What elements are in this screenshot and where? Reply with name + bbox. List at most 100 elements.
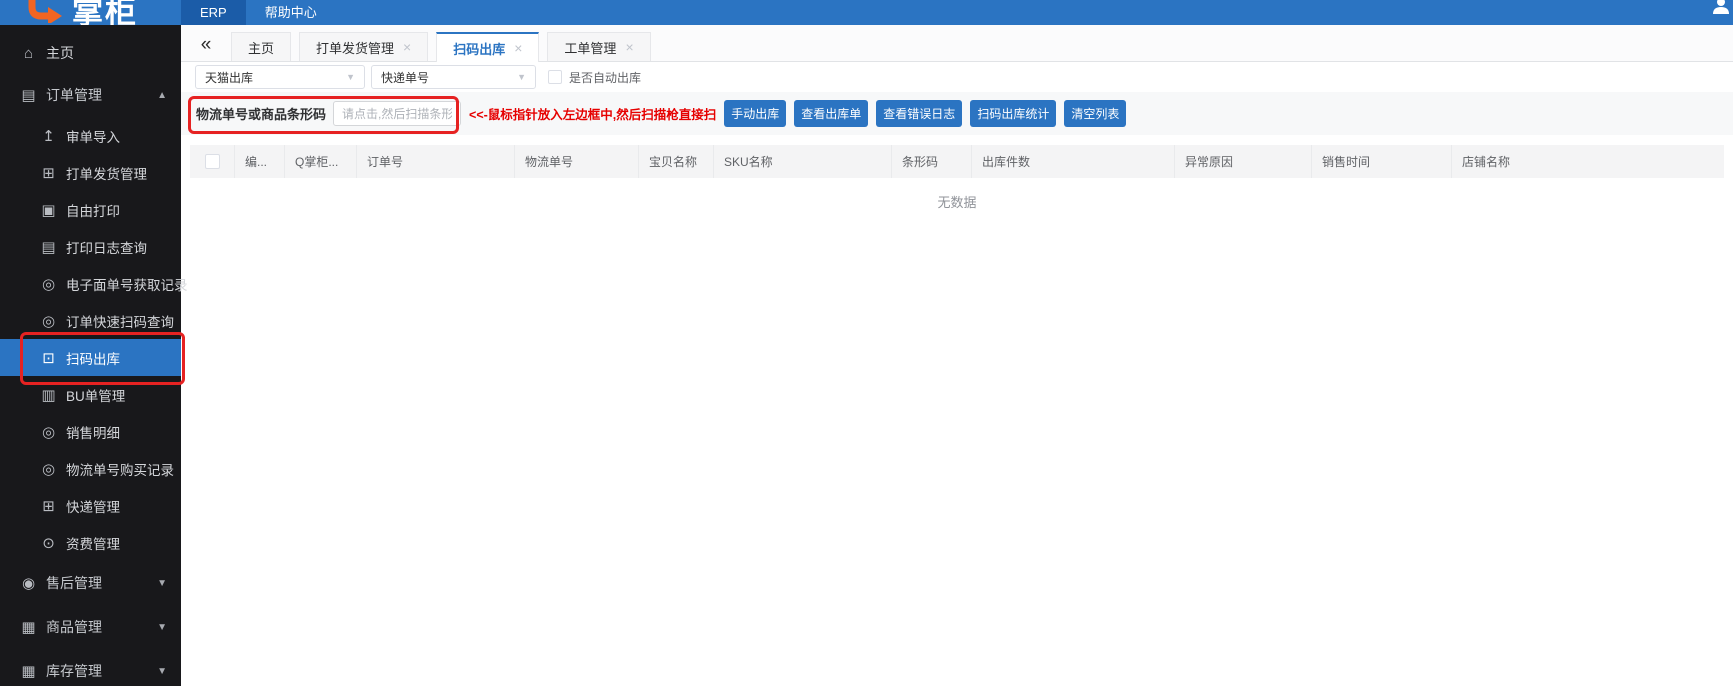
sidebar-group-label: 库存管理: [46, 663, 102, 679]
column-header-shop-name: 店铺名称: [1462, 155, 1511, 169]
sidebar-item-audit-import[interactable]: ↥ 审单导入: [0, 117, 181, 154]
chevron-down-icon: ▼: [157, 665, 167, 677]
close-icon[interactable]: ×: [514, 41, 522, 55]
sidebar-item-print-log-query[interactable]: ▤ 打印日志查询: [0, 228, 181, 265]
sidebar-item-label: BU单管理: [66, 388, 126, 404]
column-header-tracking-no: 物流单号: [515, 145, 639, 178]
tab-work-order-mgmt[interactable]: 工单管理 ×: [547, 32, 651, 61]
audit-import-icon: ↥: [42, 127, 55, 145]
chevron-down-icon: ▼: [346, 72, 355, 82]
sidebar-item-scan-outbound[interactable]: ⊡ 扫码出库: [0, 339, 181, 376]
sidebar-item-label: 快递管理: [66, 499, 120, 515]
tab-label: 主页: [248, 40, 275, 56]
quick-scan-query-icon: ◎: [41, 312, 56, 330]
tab-label: 扫码出库: [453, 41, 506, 57]
column-header-number: 编...: [235, 145, 285, 178]
sidebar-item-express-mgmt[interactable]: ⊞ 快递管理: [0, 487, 181, 524]
sidebar: ⌂ 主页 ▤ 订单管理 ▲ ↥ 审单导入 ⊞ 打单发货管理 ▣ 自由打印 ▤ 打…: [0, 25, 188, 686]
sidebar-item-label: 电子面单号获取记录: [66, 277, 188, 293]
home-icon: ⌂: [23, 44, 34, 62]
bu-order-icon: ▥: [41, 386, 56, 404]
tracking-purchase-icon: ◎: [41, 460, 56, 478]
chevron-down-icon: ▼: [517, 72, 526, 82]
tab-label: 工单管理: [564, 40, 617, 56]
warehouse-type-select[interactable]: 天猫出库 ▼: [195, 65, 365, 89]
column-header-barcode: 条形码: [892, 145, 972, 178]
table-header-row: 编... Q掌柜... 订单号 物流单号 宝贝名称 SKU名称 条形码 出库件数…: [190, 145, 1724, 178]
fee-mgmt-icon: ⊙: [42, 534, 55, 552]
sidebar-group-aftersales-mgmt[interactable]: ◉ 售后管理 ▼: [0, 561, 181, 605]
tab-home[interactable]: 主页: [231, 32, 292, 61]
view-outbound-order-button[interactable]: 查看出库单: [794, 100, 869, 127]
sidebar-item-sales-detail[interactable]: ◎ 销售明细: [0, 413, 181, 450]
logo-arrow-icon: [26, 0, 68, 25]
view-error-log-button[interactable]: 查看错误日志: [876, 100, 963, 127]
barcode-scan-input[interactable]: [333, 101, 462, 126]
filter-bar: 天猫出库 ▼ 快递单号 ▼ 是否自动出库: [181, 62, 1733, 92]
empty-state-text: 无数据: [937, 195, 977, 210]
tab-label: 打单发货管理: [316, 40, 395, 56]
select-all-checkbox[interactable]: [204, 154, 220, 169]
sidebar-item-free-print[interactable]: ▣ 自由打印: [0, 191, 181, 228]
sidebar-item-home[interactable]: ⌂ 主页: [0, 33, 181, 73]
scan-instruction-hint: <<-鼠标指针放入左边框中,然后扫描枪直接扫: [469, 108, 717, 122]
column-header-checkbox: [190, 145, 235, 178]
page-tab-bar: « 主页 打单发货管理 × 扫码出库 × 工单管理 ×: [181, 25, 1733, 62]
column-header-sale-time: 销售时间: [1312, 145, 1452, 178]
top-nav: ERP 帮助中心: [181, 0, 336, 25]
sidebar-group-inventory-mgmt[interactable]: ▦ 库存管理 ▼: [0, 649, 181, 686]
sidebar-item-bu-order-mgmt[interactable]: ▥ BU单管理: [0, 376, 181, 413]
tabs-collapse-button[interactable]: «: [189, 34, 223, 61]
brand-logo: 掌柜: [26, 0, 138, 25]
sidebar-item-ewaybill-records[interactable]: ◎ 电子面单号获取记录: [0, 265, 188, 302]
nav-item-erp[interactable]: ERP: [181, 0, 246, 25]
sidebar-group-label: 商品管理: [46, 619, 102, 635]
print-log-icon: ▤: [41, 238, 56, 256]
select-value: 天猫出库: [205, 70, 254, 85]
sidebar-item-label: 自由打印: [66, 203, 120, 219]
column-header-outbound-qty: 出库件数: [972, 145, 1175, 178]
sidebar-item-label: 审单导入: [66, 129, 120, 145]
sidebar-item-fee-mgmt[interactable]: ⊙ 资费管理: [0, 524, 181, 561]
nav-item-help-center[interactable]: 帮助中心: [246, 0, 336, 25]
tab-print-ship-mgmt[interactable]: 打单发货管理 ×: [299, 32, 429, 61]
close-icon[interactable]: ×: [403, 40, 411, 54]
auto-outbound-checkbox-label: 是否自动出库: [569, 70, 642, 85]
inventory-mgmt-icon: ▦: [21, 663, 36, 680]
collapse-icon: «: [200, 34, 212, 55]
top-bar: 掌柜 ERP 帮助中心: [0, 0, 1733, 25]
sidebar-group-label: 售后管理: [46, 575, 102, 591]
sidebar-item-print-ship-mgmt[interactable]: ⊞ 打单发货管理: [0, 154, 181, 191]
barcode-input-label: 物流单号或商品条形码: [196, 107, 327, 122]
sidebar-item-label: 资费管理: [66, 536, 120, 552]
scan-outbound-icon: ⊡: [42, 349, 55, 367]
column-header-sku-name: SKU名称: [714, 145, 892, 178]
logo-text: 掌柜: [72, 0, 138, 25]
auto-outbound-checkbox[interactable]: [548, 70, 562, 84]
aftersales-icon: ◉: [21, 575, 36, 592]
column-header-error-reason: 异常原因: [1175, 145, 1312, 178]
clear-list-button[interactable]: 清空列表: [1064, 100, 1127, 127]
sidebar-item-label: 物流单号购买记录: [66, 462, 174, 478]
sidebar-item-order-quick-scan-query[interactable]: ◎ 订单快速扫码查询: [0, 302, 181, 339]
sidebar-item-label: 扫码出库: [66, 351, 120, 367]
close-icon[interactable]: ×: [625, 40, 633, 54]
print-ship-icon: ⊞: [42, 164, 55, 182]
sales-detail-icon: ◎: [41, 423, 56, 441]
manual-outbound-button[interactable]: 手动出库: [724, 100, 787, 127]
sidebar-group-product-mgmt[interactable]: ▦ 商品管理 ▼: [0, 605, 181, 649]
ewaybill-record-icon: ◎: [41, 275, 56, 293]
sidebar-item-tracking-purchase-records[interactable]: ◎ 物流单号购买记录: [0, 450, 181, 487]
chevron-down-icon: ▼: [157, 621, 167, 633]
order-mgmt-icon: ▤: [21, 87, 36, 104]
sidebar-group-order-mgmt[interactable]: ▤ 订单管理 ▲: [0, 73, 181, 117]
column-header-order-no: 订单号: [357, 145, 515, 178]
tab-scan-outbound[interactable]: 扫码出库 ×: [436, 32, 540, 62]
express-mgmt-icon: ⊞: [42, 497, 55, 515]
user-avatar-icon[interactable]: [1711, 0, 1731, 20]
scan-code-type-select[interactable]: 快递单号 ▼: [371, 65, 536, 89]
free-print-icon: ▣: [41, 201, 56, 219]
scan-outbound-stats-button[interactable]: 扫码出库统计: [970, 100, 1057, 127]
column-header-item-name: 宝贝名称: [639, 145, 714, 178]
auto-outbound-checkbox-wrap[interactable]: 是否自动出库: [548, 69, 641, 86]
